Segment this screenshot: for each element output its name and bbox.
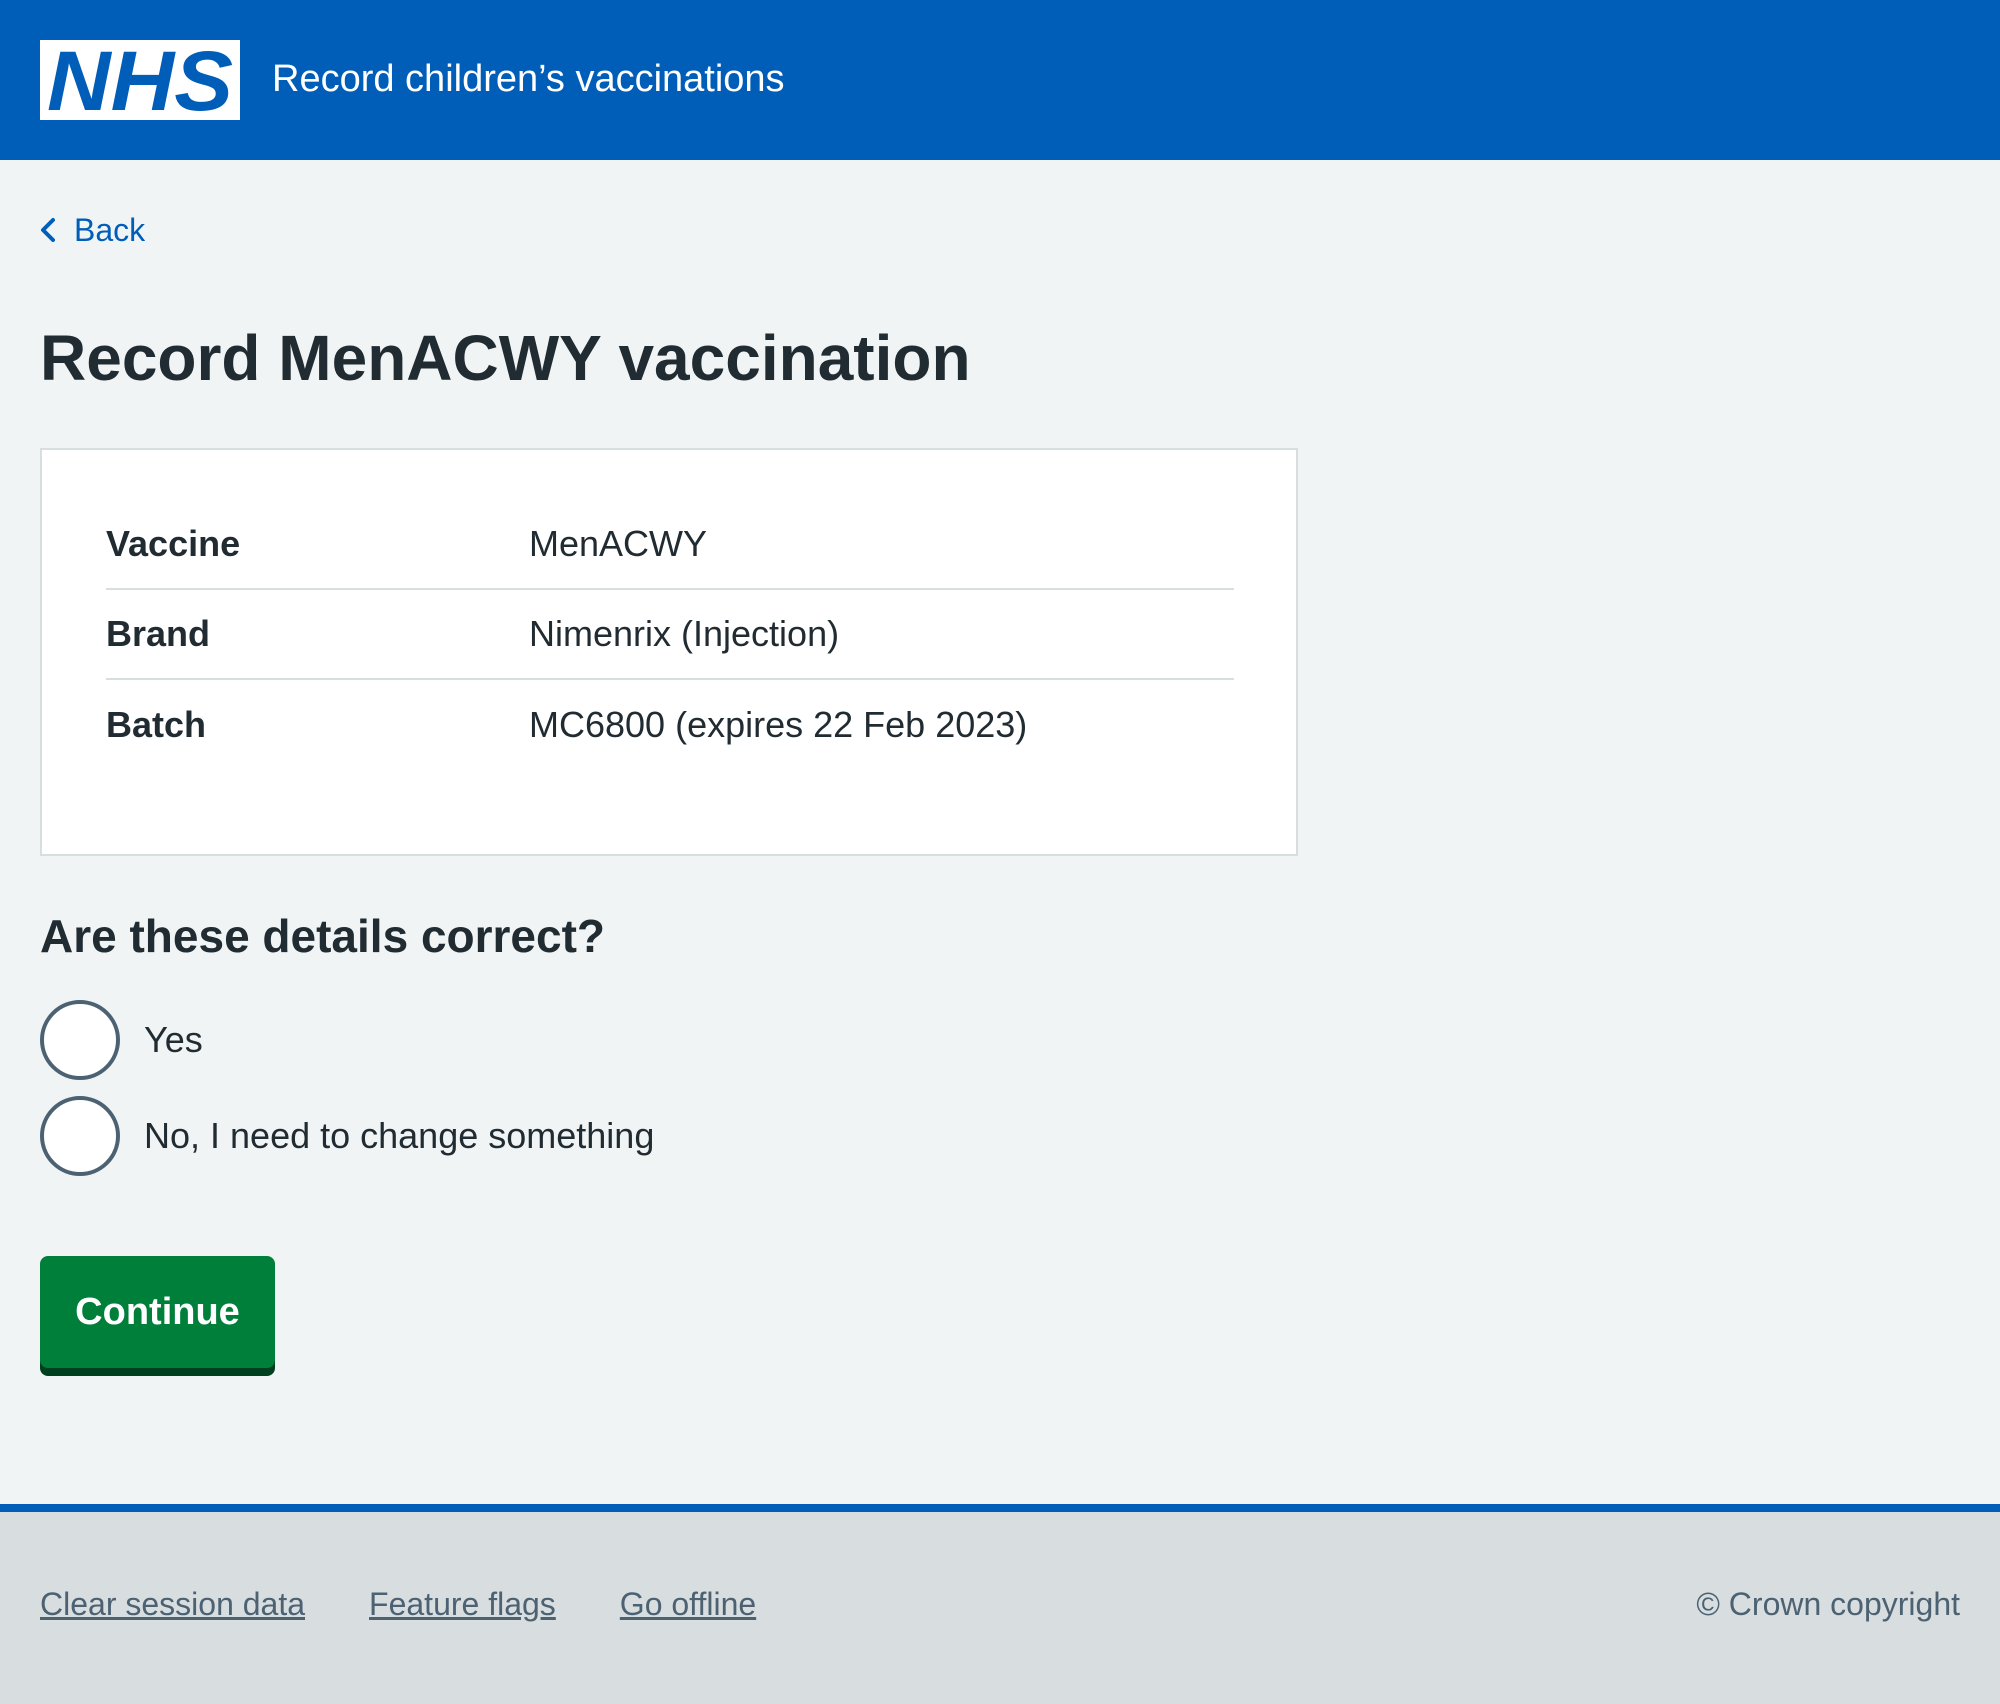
clear-session-data-link[interactable]: Clear session data (40, 1586, 305, 1623)
site-footer: Clear session data Feature flags Go offl… (0, 1504, 2000, 1704)
back-link-label: Back (74, 211, 146, 248)
continue-button[interactable]: Continue (40, 1256, 275, 1368)
go-offline-link[interactable]: Go offline (620, 1586, 756, 1623)
summary-list: Vaccine MenACWY Brand Nimenrix (Injectio… (106, 500, 1234, 770)
summary-key: Vaccine (106, 523, 241, 564)
site-header: NHS Record children’s vaccinations (0, 0, 2000, 160)
footer-links: Clear session data Feature flags Go offl… (40, 1586, 756, 1623)
feature-flags-link[interactable]: Feature flags (369, 1586, 556, 1623)
summary-value: Nimenrix (Injection) (529, 613, 840, 654)
radio-no-change[interactable]: No, I need to change something (40, 1096, 654, 1176)
summary-row-vaccine: Vaccine MenACWY (106, 500, 1234, 590)
service-name[interactable]: Record children’s vaccinations (272, 54, 785, 104)
summary-key: Batch (106, 704, 207, 745)
nhs-logo-mark: NHS (40, 40, 240, 120)
summary-row-batch: Batch MC6800 (expires 22 Feb 2023) (106, 680, 1234, 770)
copyright-text: © Crown copyright (1696, 1586, 1960, 1622)
radio-label-no[interactable]: No, I need to change something (144, 1112, 654, 1160)
summary-value: MenACWY (529, 523, 708, 564)
details-correct-legend: Are these details correct? (40, 910, 606, 962)
nhs-logo[interactable]: NHS (40, 40, 240, 120)
radio-circle[interactable] (40, 1096, 120, 1176)
summary-key: Brand (106, 613, 211, 654)
radio-circle[interactable] (40, 1000, 120, 1080)
nhs-logo-text: NHS (47, 40, 233, 120)
vaccine-details-card: Vaccine MenACWY Brand Nimenrix (Injectio… (40, 448, 1298, 856)
back-link[interactable]: Back (40, 210, 145, 250)
chevron-left-icon (41, 218, 55, 242)
radio-yes[interactable]: Yes (40, 1000, 203, 1080)
page-title: Record MenACWY vaccination (40, 322, 971, 394)
summary-row-brand: Brand Nimenrix (Injection) (106, 590, 1234, 680)
radio-label-yes[interactable]: Yes (144, 1016, 203, 1064)
summary-value: MC6800 (expires 22 Feb 2023) (529, 704, 1028, 745)
